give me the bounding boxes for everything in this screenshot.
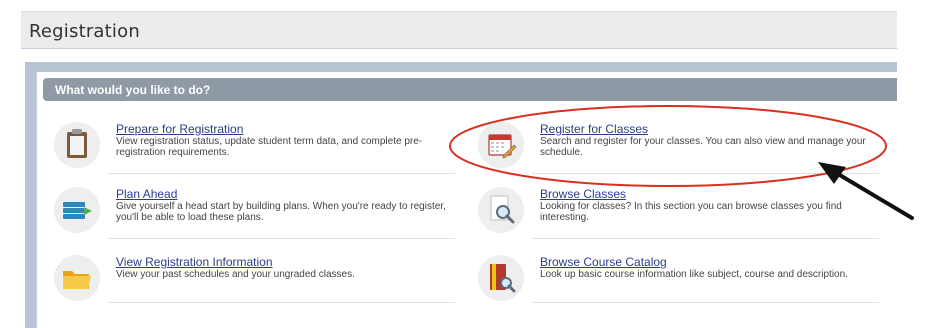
callout-annotation: [449, 105, 914, 220]
pointer-arrow-icon: [818, 162, 914, 220]
highlight-ellipse: [449, 105, 887, 187]
